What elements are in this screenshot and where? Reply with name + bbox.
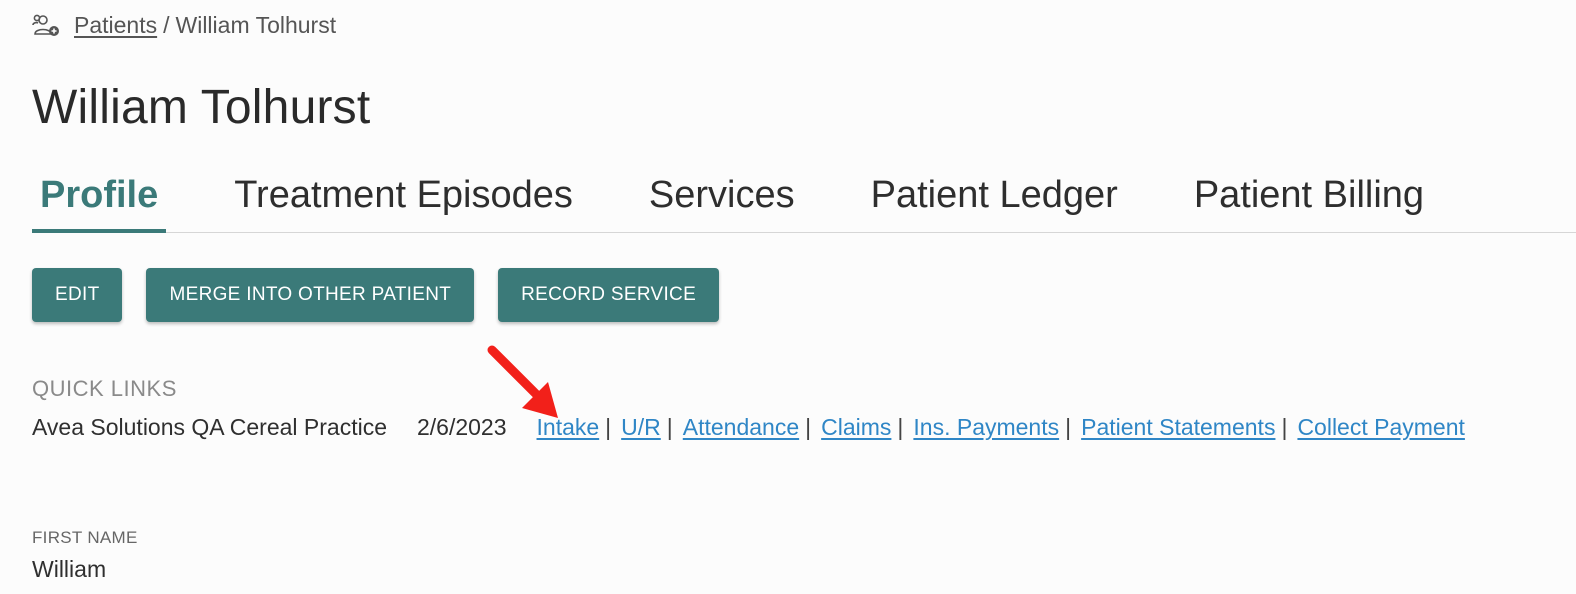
tab-services[interactable]: Services (641, 170, 803, 232)
quick-link-separator: | (605, 414, 612, 440)
quick-link-separator: | (666, 414, 673, 440)
tab-profile[interactable]: Profile (32, 170, 167, 233)
first-name-label: FIRST NAME (32, 528, 138, 547)
edit-button[interactable]: EDIT (32, 268, 123, 322)
quick-link-ins-payments[interactable]: Ins. Payments (913, 414, 1059, 441)
red-arrow-icon (487, 345, 558, 418)
breadcrumb-patients-link[interactable]: Patients (74, 12, 157, 39)
patient-profile-page: Patients / William Tolhurst William Tolh… (0, 0, 1576, 594)
record-service-button[interactable]: RECORD SERVICE (498, 268, 720, 322)
quick-link-claims[interactable]: Claims (821, 414, 891, 441)
page-title: William Tolhurst (32, 81, 371, 134)
action-buttons: EDIT MERGE INTO OTHER PATIENT RECORD SER… (32, 268, 720, 322)
merge-into-other-patient-button[interactable]: MERGE INTO OTHER PATIENT (146, 268, 475, 322)
tab-treatment-episodes[interactable]: Treatment Episodes (226, 170, 581, 232)
quick-link-patient-statements[interactable]: Patient Statements (1081, 414, 1275, 441)
first-name-value: William (32, 556, 107, 582)
quick-links-practice: Avea Solutions QA Cereal Practice (32, 414, 387, 440)
quick-link-separator: | (1065, 414, 1072, 440)
quick-links-row: Avea Solutions QA Cereal Practice 2/6/20… (32, 414, 1465, 441)
breadcrumb-current: William Tolhurst (175, 12, 337, 38)
tab-patient-billing[interactable]: Patient Billing (1186, 170, 1432, 232)
quick-links-heading: QUICK LINKS (32, 376, 177, 401)
quick-link-separator: | (805, 414, 812, 440)
breadcrumb: Patients / William Tolhurst (32, 12, 336, 39)
quick-link-separator: | (1281, 414, 1288, 440)
breadcrumb-separator: / (163, 12, 170, 38)
tab-patient-ledger[interactable]: Patient Ledger (863, 170, 1126, 232)
quick-link-attendance[interactable]: Attendance (683, 414, 799, 441)
profile-tabs: Profile Treatment Episodes Services Pati… (32, 170, 1576, 233)
patients-group-icon (32, 13, 62, 39)
quick-link-collect-payment[interactable]: Collect Payment (1297, 414, 1464, 441)
quick-link-ur[interactable]: U/R (621, 414, 661, 441)
quick-link-separator: | (897, 414, 904, 440)
